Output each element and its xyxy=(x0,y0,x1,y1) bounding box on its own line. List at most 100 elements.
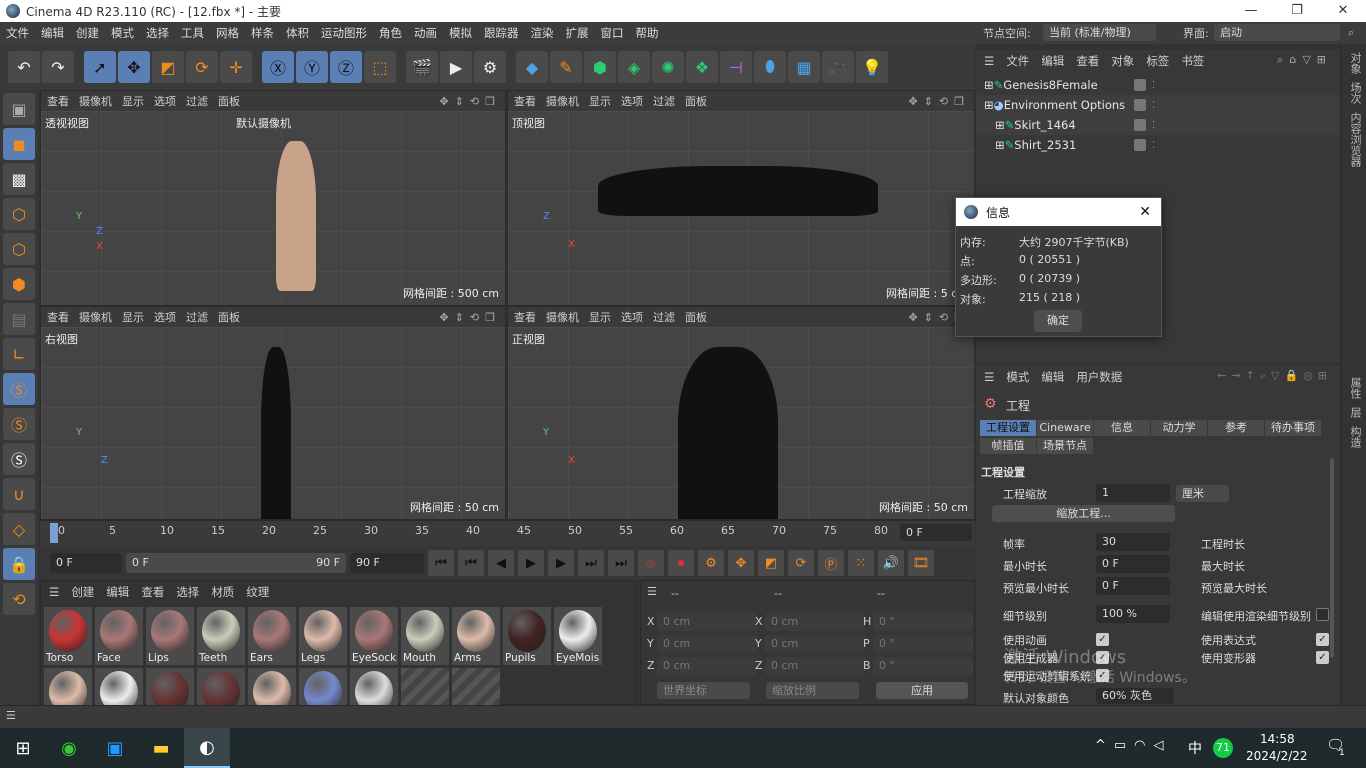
cloner-icon[interactable]: ✺ xyxy=(652,51,684,83)
viewport-menu-item[interactable]: 选项 xyxy=(154,93,176,109)
viewport-menu-item[interactable]: 选项 xyxy=(154,309,176,325)
lod-field[interactable]: 100 % xyxy=(1096,605,1170,623)
preview-frame-field[interactable]: 0 F xyxy=(900,524,972,541)
object-menu-item[interactable]: 编辑 xyxy=(1041,53,1064,69)
floor-icon[interactable]: ▦ xyxy=(788,51,820,83)
workplane-icon[interactable]: ◇ xyxy=(3,513,35,545)
side-tab[interactable]: 对象 xyxy=(1347,52,1363,74)
current-frame-field[interactable]: 0 F xyxy=(50,553,122,573)
redo-icon[interactable]: ↷ xyxy=(42,51,74,83)
menu-item[interactable]: 模式 xyxy=(105,25,140,41)
coord-field[interactable]: 0 ° xyxy=(873,657,973,675)
menu-item[interactable]: 运动图形 xyxy=(315,25,373,41)
attribute-tab[interactable]: 帧插值 xyxy=(980,438,1036,454)
viewport-menu-item[interactable]: 面板 xyxy=(218,309,240,325)
deformer-icon[interactable]: ⊣ xyxy=(720,51,752,83)
menu-item[interactable]: 窗口 xyxy=(595,25,630,41)
menu-item[interactable]: 选择 xyxy=(140,25,175,41)
play-icon[interactable]: ▶ xyxy=(518,550,544,576)
expand-icon[interactable]: ⊞ xyxy=(995,138,1005,152)
end-frame-field[interactable]: 90 F xyxy=(350,553,424,573)
attribute-tab[interactable]: 场景节点 xyxy=(1037,438,1093,454)
render-lod-checkbox[interactable] xyxy=(1316,608,1329,621)
scale-icon[interactable]: ◩ xyxy=(152,51,184,83)
attribute-tab[interactable]: Cineware xyxy=(1037,420,1093,436)
viewport-menu-item[interactable]: 过滤 xyxy=(186,93,208,109)
viewport-camera[interactable]: 默认摄像机 xyxy=(236,115,291,131)
next-key-icon[interactable]: ⏭ xyxy=(608,550,634,576)
material-swatch[interactable]: Torso xyxy=(44,607,92,665)
object-menu-item[interactable]: 对象 xyxy=(1111,53,1134,69)
viewport-nav-icons[interactable]: ✥⇕⟲❐ xyxy=(439,311,505,324)
render-picture-viewer-icon[interactable]: ▶ xyxy=(440,51,472,83)
go-to-start-icon[interactable]: ⏮ xyxy=(428,550,454,576)
material-menu-item[interactable]: 创建 xyxy=(71,584,94,600)
material-swatch[interactable]: EyeSock xyxy=(350,607,398,665)
editor-render-dots[interactable]: ⁚ xyxy=(1152,80,1155,91)
coord-field[interactable]: 0 cm xyxy=(765,657,865,675)
x-axis-icon[interactable]: Ⓧ xyxy=(262,51,294,83)
attribute-menu-item[interactable]: 编辑 xyxy=(1041,369,1064,385)
material-swatch[interactable]: Teeth xyxy=(197,607,245,665)
material-swatch[interactable]: Legs xyxy=(299,607,347,665)
recent-tools-icon[interactable]: ✛ xyxy=(220,51,252,83)
polygons-mode-icon[interactable]: ⬢ xyxy=(3,268,35,300)
default-color-dropdown[interactable]: 60% 灰色 xyxy=(1096,688,1174,704)
pen-icon[interactable]: ✎ xyxy=(550,51,582,83)
menu-item[interactable]: 体积 xyxy=(280,25,315,41)
attribute-nav-icons[interactable]: ←→↑⌕▽🔒◎⊞ xyxy=(1217,369,1332,383)
viewport-menu-item[interactable]: 查看 xyxy=(47,309,69,325)
option-checkbox[interactable]: ✓ xyxy=(1316,651,1329,664)
material-swatch[interactable]: Lips xyxy=(146,607,194,665)
material-swatch[interactable]: EyeMois xyxy=(554,607,602,665)
rotate-icon[interactable]: ⟳ xyxy=(186,51,218,83)
close-button[interactable]: ✕ xyxy=(1320,0,1366,22)
y-axis-icon[interactable]: Ⓨ xyxy=(296,51,328,83)
viewport-canvas[interactable] xyxy=(41,111,505,305)
snap-enable-icon[interactable]: Ⓢ xyxy=(3,443,35,475)
option-checkbox[interactable]: ✓ xyxy=(1096,669,1109,682)
coord-field[interactable]: 0 cm xyxy=(765,613,865,631)
object-row[interactable]: ⊞ ✎ Genesis8Female ⁚ xyxy=(976,75,1340,95)
character-model[interactable] xyxy=(598,166,878,216)
character-model[interactable] xyxy=(678,347,778,519)
menu-item[interactable]: 角色 xyxy=(373,25,408,41)
viewport-nav-icons[interactable]: ✥⇕⟲❐ xyxy=(439,95,505,108)
key-pla-icon[interactable]: ⁙ xyxy=(848,550,874,576)
viewport-menu-item[interactable]: 显示 xyxy=(122,309,144,325)
viewport-menu-item[interactable]: 显示 xyxy=(589,93,611,109)
side-tab[interactable]: 属性 xyxy=(1347,377,1363,399)
attribute-tab[interactable]: 工程设置 xyxy=(980,420,1036,436)
scale-project-button[interactable]: 缩放工程... xyxy=(992,505,1175,522)
ime-indicator[interactable]: 中 xyxy=(1188,738,1202,758)
object-row[interactable]: ⊞ ✎ Skirt_1464 ⁚ xyxy=(976,115,1340,135)
visibility-toggle[interactable] xyxy=(1134,119,1146,131)
object-row[interactable]: ⊞ ◕ Environment Options ⁚ xyxy=(976,95,1340,115)
frame-range-slider[interactable]: 0 F 90 F xyxy=(126,553,346,573)
coord-field[interactable]: 0 ° xyxy=(873,613,973,631)
viewport-menu-item[interactable]: 选项 xyxy=(621,309,643,325)
browser-icon[interactable]: ◉ xyxy=(46,728,92,768)
hamburger-menu-icon[interactable]: ☰ xyxy=(49,585,59,599)
viewport-menu-item[interactable]: 查看 xyxy=(514,93,536,109)
editor-render-dots[interactable]: ⁚ xyxy=(1152,120,1155,131)
material-menu-item[interactable]: 查看 xyxy=(141,584,164,600)
menu-item[interactable]: 动画 xyxy=(408,25,443,41)
option-checkbox[interactable]: ✓ xyxy=(1316,633,1329,646)
lock-workplane-icon[interactable]: 🔒 xyxy=(3,548,35,580)
cube-icon[interactable]: ◆ xyxy=(516,51,548,83)
hamburger-menu-icon[interactable]: ☰ xyxy=(647,585,657,598)
material-swatch[interactable]: Arms xyxy=(452,607,500,665)
side-tab[interactable]: 内容浏览器 xyxy=(1347,112,1363,167)
viewport-front[interactable]: 查看 摄像机 显示 选项 过滤 面板 ✥⇕⟲❐ 正视图 网格间距 : 50 cm Y X xyxy=(507,306,975,520)
material-menu-item[interactable]: 编辑 xyxy=(106,584,129,600)
timeline-ruler[interactable]: 051015202530354045505560657075808590 xyxy=(40,520,990,546)
menu-item[interactable]: 跟踪器 xyxy=(478,25,525,41)
key-rotation-icon[interactable]: ⟳ xyxy=(788,550,814,576)
side-tab[interactable]: 构造 xyxy=(1347,426,1363,448)
menu-item[interactable]: 渲染 xyxy=(525,25,560,41)
light-icon[interactable]: 💡 xyxy=(856,51,888,83)
viewport-canvas[interactable] xyxy=(41,327,505,519)
app-icon[interactable]: ▣ xyxy=(92,728,138,768)
record-icon[interactable]: ⦸ xyxy=(638,550,664,576)
